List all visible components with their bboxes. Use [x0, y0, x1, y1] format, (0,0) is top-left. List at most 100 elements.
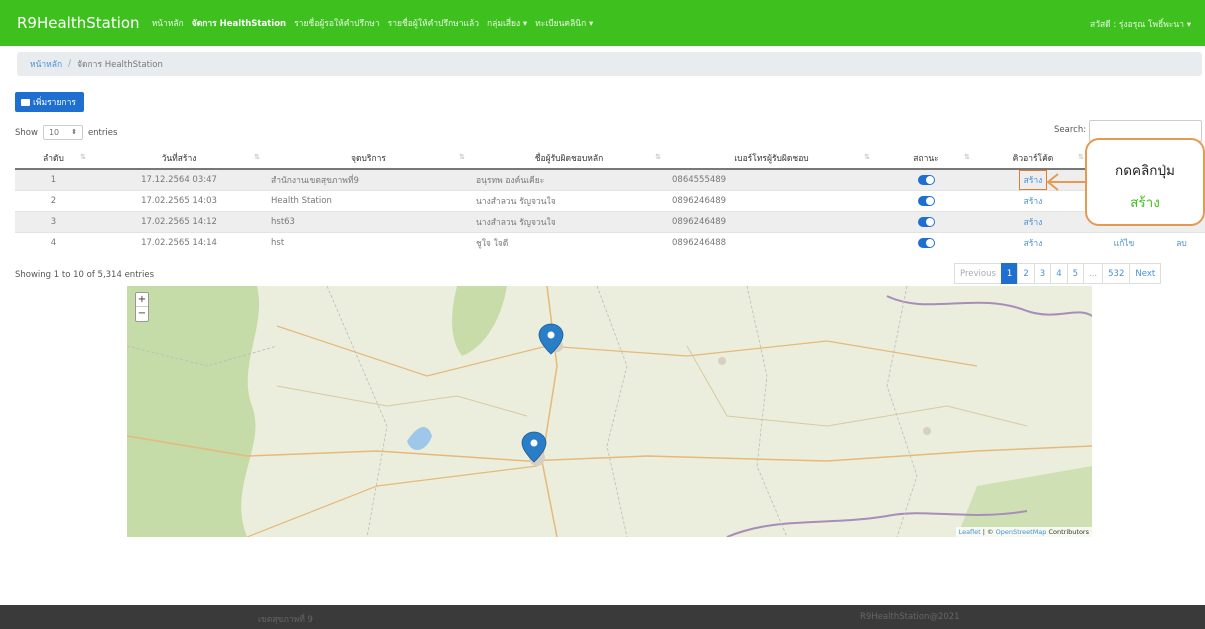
nav-link-waiting[interactable]: รายชื่อผู้รอให้คำปรึกษา: [294, 16, 380, 30]
pagination-page[interactable]: 4: [1050, 263, 1068, 284]
cell-no: 3: [15, 211, 92, 233]
status-toggle[interactable]: [917, 238, 935, 248]
table-header-row: ลำดับ ⇅ วันที่สร้าง ⇅ จุดบริการ ⇅ ชื่อผู้รั…: [15, 147, 1205, 170]
sort-icon: ⇅: [1078, 153, 1084, 161]
zoom-out-button[interactable]: −: [136, 307, 148, 321]
footer-left-text: เขตสุขภาพที่ 9: [258, 615, 313, 625]
table-row: 1 17.12.2564 03:47 สำนักงานเขตสุขภาพที่9…: [15, 168, 1205, 191]
entries-label: entries: [87, 127, 118, 138]
cell-status: [876, 211, 976, 233]
cell-no: 4: [15, 232, 92, 254]
create-qr-link[interactable]: สร้าง: [1024, 218, 1043, 228]
search-label: Search:: [1054, 125, 1087, 135]
cell-status: [876, 168, 976, 191]
cell-date: 17.02.2565 14:14: [92, 232, 266, 254]
map-tiles: [127, 286, 1092, 537]
cell-delete: ลบ: [1158, 232, 1205, 254]
cell-edit: แก้ไข: [1090, 232, 1158, 254]
status-toggle[interactable]: [917, 174, 935, 185]
zoom-in-button[interactable]: +: [136, 293, 148, 307]
map-attribution: Leaflet | © OpenStreetMap Contributors: [955, 527, 1092, 537]
col-header-owner[interactable]: ชื่อผู้รับผิดชอบหลัก ⇅: [471, 147, 667, 170]
cell-date: 17.12.2564 03:47: [92, 168, 266, 191]
cell-owner: ชูใจ ใจดี: [471, 232, 667, 254]
cell-phone: 0896246489: [667, 211, 876, 233]
brand-logo[interactable]: R9HealthStation: [17, 14, 140, 32]
add-item-label: เพิ่มรายการ: [33, 98, 76, 108]
entries-select[interactable]: 10 ⬍: [42, 125, 83, 140]
sort-icon: ⇅: [655, 153, 661, 161]
callout-arrow-icon: [1046, 173, 1086, 191]
col-header-date[interactable]: วันที่สร้าง ⇅: [92, 147, 266, 170]
cell-status: [876, 232, 976, 254]
cell-phone: 0896246488: [667, 232, 876, 254]
breadcrumb: หน้าหลัก / จัดการ HealthStation: [17, 52, 1202, 76]
col-header-place[interactable]: จุดบริการ ⇅: [266, 147, 471, 170]
col-header-no[interactable]: ลำดับ ⇅: [15, 147, 92, 170]
status-toggle[interactable]: [917, 195, 935, 206]
breadcrumb-current: จัดการ HealthStation: [77, 60, 163, 70]
sort-icon: ⇅: [80, 153, 86, 161]
cell-no: 2: [15, 190, 92, 212]
footer-right-text: R9HealthStation@2021: [860, 612, 960, 622]
nav-dropdown-clinic[interactable]: ทะเบียนคลินิก ▾: [535, 16, 593, 30]
pagination: Previous 1 2 3 4 5 ... 532 Next: [954, 263, 1162, 284]
cell-date: 17.02.2565 14:03: [92, 190, 266, 212]
table-row: 3 17.02.2565 14:12 hst63 นางสำลวน รัญจวน…: [15, 211, 1205, 233]
cell-place: hst63: [266, 211, 471, 233]
cell-owner: นางสำลวน รัญจวนใจ: [471, 211, 667, 233]
sort-icon: ⇅: [964, 153, 970, 161]
callout-line2: สร้าง: [1130, 195, 1160, 211]
sort-icon: ⇅: [459, 153, 465, 161]
cell-qrcode: สร้าง: [976, 211, 1090, 233]
col-header-phone[interactable]: เบอร์โทรผู้รับผิดชอบ ⇅: [667, 147, 876, 170]
pagination-next[interactable]: Next: [1129, 263, 1162, 284]
footer: เขตสุขภาพที่ 9 R9HealthStation@2021: [0, 605, 1205, 629]
nav-link-consulted[interactable]: รายชื่อผู้ให้คำปรึกษาแล้ว: [388, 16, 479, 30]
user-menu[interactable]: สวัสดี : รุ่งอรุณ โพธิ์พะนา ▾: [1090, 17, 1191, 31]
cell-qrcode: สร้าง: [976, 232, 1090, 254]
delete-link[interactable]: ลบ: [1176, 239, 1187, 249]
col-header-qrcode[interactable]: คิวอาร์โค้ด ⇅: [976, 147, 1090, 170]
nav-link-manage[interactable]: จัดการ HealthStation: [192, 16, 286, 30]
table-info: Showing 1 to 10 of 5,314 entries: [15, 270, 155, 280]
pagination-previous[interactable]: Previous: [954, 263, 1002, 284]
nav-dropdown-risk[interactable]: กลุ่มเสี่ยง ▾: [487, 16, 527, 30]
edit-link[interactable]: แก้ไข: [1114, 239, 1135, 249]
cell-place: hst: [266, 232, 471, 254]
cell-no: 1: [15, 168, 92, 191]
osm-link[interactable]: OpenStreetMap: [996, 528, 1047, 536]
pagination-page[interactable]: 532: [1102, 263, 1131, 284]
zoom-control: + −: [135, 292, 149, 322]
cell-phone: 0896246489: [667, 190, 876, 212]
cell-place: Health Station: [266, 190, 471, 212]
col-header-status[interactable]: สถานะ ⇅: [876, 147, 976, 170]
healthstation-table: ลำดับ ⇅ วันที่สร้าง ⇅ จุดบริการ ⇅ ชื่อผู้รั…: [15, 147, 1205, 254]
top-navbar: R9HealthStation หน้าหลัก จัดการ HealthSt…: [0, 0, 1205, 46]
pagination-page[interactable]: 5: [1066, 263, 1085, 284]
location-map[interactable]: + − Leaflet | © OpenStreetMap Contributo…: [127, 286, 1092, 537]
cell-owner: อนุรทพ องค์นเคียะ: [471, 168, 667, 191]
cell-status: [876, 190, 976, 212]
pagination-page[interactable]: 3: [1033, 263, 1052, 284]
nav-link-home[interactable]: หน้าหลัก: [152, 16, 184, 30]
pagination-page[interactable]: 2: [1017, 263, 1035, 284]
sort-icon: ⇅: [864, 153, 870, 161]
leaflet-link[interactable]: Leaflet: [959, 528, 981, 536]
instruction-callout: กดคลิกปุ่ม สร้าง: [1085, 138, 1205, 226]
length-control: Show 10 ⬍ entries: [15, 125, 117, 140]
callout-line1: กดคลิกปุ่ม: [1115, 163, 1175, 179]
table-row: 4 17.02.2565 14:14 hst ชูใจ ใจดี 0896246…: [15, 232, 1205, 254]
table-row: 2 17.02.2565 14:03 Health Station นางสำล…: [15, 190, 1205, 212]
pagination-page[interactable]: 1: [1000, 263, 1019, 284]
add-item-button[interactable]: เพิ่มรายการ: [15, 92, 84, 112]
show-label: Show: [15, 127, 38, 138]
status-toggle[interactable]: [917, 216, 935, 227]
create-qr-link[interactable]: สร้าง: [1024, 239, 1043, 249]
pagination-ellipsis: ...: [1083, 263, 1104, 284]
cell-phone: 0864555489: [667, 168, 876, 191]
cell-date: 17.02.2565 14:12: [92, 211, 266, 233]
breadcrumb-home[interactable]: หน้าหลัก: [30, 57, 62, 71]
cell-owner: นางสำลวน รัญจวนใจ: [471, 190, 667, 212]
cell-place: สำนักงานเขตสุขภาพที่9: [266, 168, 471, 191]
